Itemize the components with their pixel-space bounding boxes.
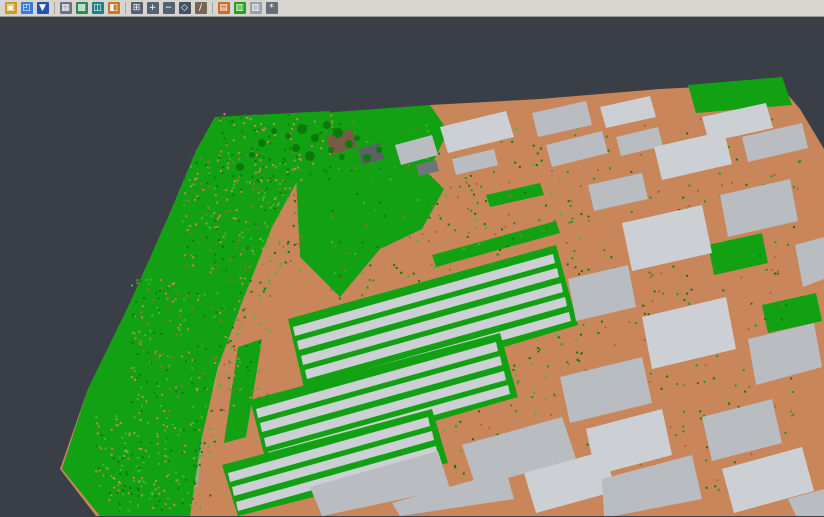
pan-tool-icon[interactable]: ◇ [177, 1, 192, 16]
import-data-icon: ◰ [21, 2, 33, 14]
application-window: ▣ ◰ ▼ ▦ ▩ ◫ ◧ ⊞ +−◇ / ▤ ▥ ▥ * [0, 0, 824, 517]
3d-view-icon[interactable]: ◧ [106, 1, 121, 16]
open-project-icon[interactable]: ▣ [3, 1, 18, 16]
map-view-icon: ▩ [76, 2, 88, 14]
color-by-elevation-icon[interactable]: ▤ [216, 1, 231, 16]
zoom-extents-icon[interactable]: ⊞ [129, 1, 144, 16]
save-icon[interactable]: ▼ [35, 1, 50, 16]
measure-tool-icon[interactable]: / [193, 1, 208, 16]
table-view-icon: ▦ [60, 2, 72, 14]
open-project-icon: ▣ [5, 2, 17, 14]
settings-icon: * [266, 2, 278, 14]
save-icon: ▼ [37, 2, 49, 14]
main-toolbar: ▣ ◰ ▼ ▦ ▩ ◫ ◧ ⊞ +−◇ / ▤ ▥ ▥ * [0, 0, 824, 17]
zoom-in-icon[interactable]: + [145, 1, 160, 16]
zoom-in-icon: + [147, 2, 159, 14]
import-data-icon[interactable]: ◰ [19, 1, 34, 16]
toolbar-separator [125, 2, 126, 14]
map-view-icon[interactable]: ▩ [74, 1, 89, 16]
zoom-out-icon: − [163, 2, 175, 14]
pan-tool-icon: ◇ [179, 2, 191, 14]
measure-tool-icon: / [195, 2, 207, 14]
color-by-class-icon[interactable]: ▥ [232, 1, 247, 16]
profile-view-icon: ◫ [92, 2, 104, 14]
3d-view-icon: ◧ [108, 2, 120, 14]
zoom-out-icon[interactable]: − [161, 1, 176, 16]
table-view-icon[interactable]: ▦ [58, 1, 73, 16]
zoom-extents-icon: ⊞ [131, 2, 143, 14]
color-by-class-icon: ▥ [234, 2, 246, 14]
color-by-elevation-icon: ▤ [218, 2, 230, 14]
3d-viewport[interactable] [0, 17, 824, 517]
toolbar-separator [54, 2, 55, 14]
toolbar-separator [212, 2, 213, 14]
profile-view-icon[interactable]: ◫ [90, 1, 105, 16]
point-cloud-scene [0, 17, 824, 517]
color-by-intensity-icon[interactable]: ▥ [248, 1, 263, 16]
color-by-intensity-icon: ▥ [250, 2, 262, 14]
settings-icon[interactable]: * [264, 1, 279, 16]
